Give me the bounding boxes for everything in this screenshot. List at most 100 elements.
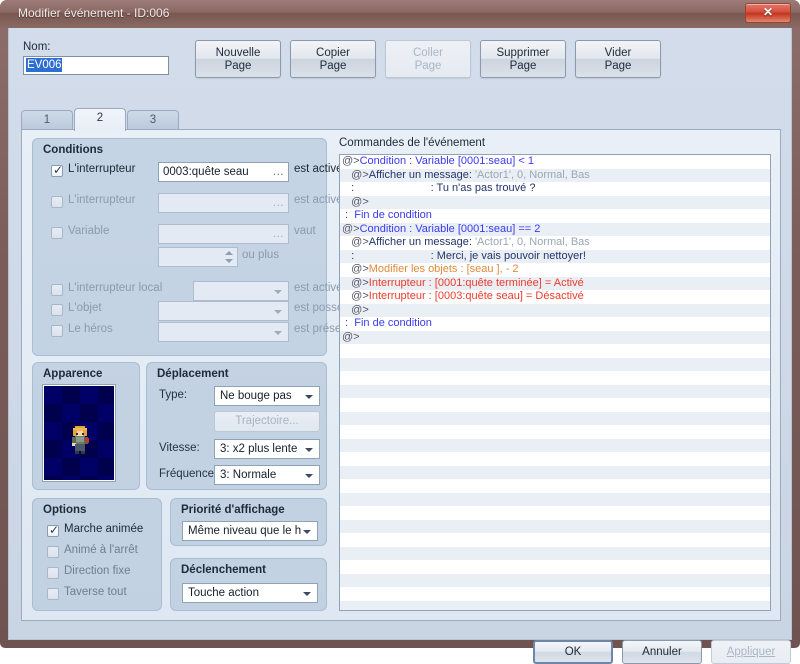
command-row[interactable]: @> [340,195,770,209]
chevron-down-icon [274,290,282,294]
condition-switch2-checkbox[interactable] [51,196,63,208]
tab-page-1-label: 1 [43,114,51,126]
command-row-empty[interactable] [340,452,770,466]
event-commands-list[interactable]: @>Condition : Variable [0001:seau] < 1 @… [339,154,771,611]
trigger-combo[interactable]: Touche action [182,583,318,603]
command-row-empty[interactable] [340,533,770,547]
command-row[interactable]: @> [340,330,770,344]
movement-type-combo[interactable]: Ne bouge pas [214,386,320,406]
movement-speed-combo[interactable]: 3: x2 plus lente [214,439,320,459]
condition-switch1-suffix: est activé [294,163,343,175]
command-row[interactable]: @>Modifier les objets : [seau ], - 2 [340,263,770,277]
chevron-down-icon [274,331,282,335]
command-row-empty[interactable] [340,600,770,610]
movement-frequency-combo[interactable]: 3: Normale [214,465,320,485]
clear-page-button[interactable]: Vider Page [575,40,661,78]
command-row[interactable]: @>Afficher un message: 'Actor1', 0, Norm… [340,168,770,182]
condition-variable-checkbox[interactable] [51,227,63,239]
ok-button[interactable]: OK [533,640,613,664]
command-row[interactable]: @> [340,303,770,317]
command-row[interactable]: : Fin de condition [340,317,770,331]
cancel-button[interactable]: Annuler [622,640,702,664]
command-row-empty[interactable] [340,398,770,412]
command-row[interactable]: @>Interrupteur : [0001:quête terminée] =… [340,276,770,290]
command-row-empty[interactable] [340,519,770,533]
command-segment: @> [342,263,369,275]
command-row[interactable]: @>Afficher un message: 'Actor1', 0, Norm… [340,236,770,250]
command-row-empty[interactable] [340,384,770,398]
command-row-empty[interactable] [340,425,770,439]
tab-page-1[interactable]: 1 [21,110,73,130]
movement-type-value: Ne bouge pas [220,390,292,402]
display-priority-group: Priorité d'affichage Même niveau que le … [170,498,327,546]
command-segment: : [342,209,355,221]
check-icon: ✓ [53,163,64,177]
command-row-empty[interactable] [340,344,770,358]
command-row[interactable]: : : Tu n'as pas trouvé ? [340,182,770,196]
checker-cell [80,386,98,404]
condition-hero-checkbox[interactable] [51,325,63,337]
condition-hero-label: Le héros [68,323,113,335]
command-row-empty[interactable] [340,411,770,425]
command-row-empty[interactable] [340,587,770,601]
option-through-label: Taverse tout [64,586,127,598]
command-segment: 'Actor1', 0, Normal, Bas [474,236,590,248]
option-fixed-direction-checkbox[interactable] [47,567,59,579]
display-priority-combo[interactable]: Même niveau que le h [182,521,318,541]
copy-page-button[interactable]: Copier Page [290,40,376,78]
command-segment: @> [342,330,360,343]
new-page-button-line2: Page [224,60,252,72]
copy-page-button-line2: Page [319,60,347,72]
tab-page-3-label: 3 [149,114,157,126]
option-walk-animation-checkbox[interactable]: ✓ [47,524,59,537]
condition-hero-combo [158,322,289,342]
appearance-title: Apparence [43,368,103,380]
spinner-up-icon[interactable] [225,251,233,255]
command-row[interactable]: : : Merci, je vais pouvoir nettoyer! [340,249,770,263]
command-row-empty[interactable] [340,546,770,560]
command-row-empty[interactable] [340,465,770,479]
condition-local-switch-label: L'interrupteur local [68,282,163,294]
command-row-empty[interactable] [340,479,770,493]
name-label: Nom: [23,41,51,53]
tab-page-2[interactable]: 2 [74,108,126,131]
command-row-empty[interactable] [340,492,770,506]
command-row-empty[interactable] [340,371,770,385]
condition-item-combo [158,301,289,321]
checker-cell [62,404,80,422]
option-walk-animation-label: Marche animée [64,523,144,535]
command-segment: @> [342,168,369,181]
condition-variable-label: Variable [68,225,110,237]
character-sprite-preview[interactable] [42,384,116,482]
command-segment: @> [342,236,369,248]
command-segment: Condition : Variable [0001:seau] < 1 [359,155,534,167]
option-idle-animation-checkbox[interactable] [47,546,59,558]
command-row[interactable]: @>Condition : Variable [0001:seau] == 2 [340,222,770,236]
condition-variable-amount-stepper[interactable] [158,247,238,267]
new-page-button[interactable]: Nouvelle Page [195,40,281,78]
ellipsis-icon[interactable]: ... [273,163,284,181]
command-row[interactable]: @>Interrupteur : [0003:quête seau] = Dés… [340,290,770,304]
command-row[interactable]: : Fin de condition [340,209,770,223]
condition-variable-amount-suffix: ou plus [242,249,280,261]
window-title: Modifier événement - ID:006 [18,6,170,20]
condition-switch1-value[interactable]: 0003:quête seau ... [158,162,289,182]
command-row-empty[interactable] [340,560,770,574]
spinner-down-icon[interactable] [225,259,233,263]
command-row[interactable]: @>Condition : Variable [0001:seau] < 1 [340,155,770,169]
close-button[interactable]: ✕ [745,3,791,23]
condition-local-switch-checkbox[interactable] [51,284,63,296]
command-row-empty[interactable] [340,573,770,587]
name-input[interactable]: EV006 [23,56,169,75]
command-row-empty[interactable] [340,357,770,371]
command-row-empty[interactable] [340,438,770,452]
window-titlebar: Modifier événement - ID:006 ✕ [0,0,800,28]
condition-switch1-checkbox[interactable]: ✓ [51,163,64,177]
option-through-checkbox[interactable] [47,588,59,600]
condition-item-checkbox[interactable] [51,304,63,316]
command-row-empty[interactable] [340,506,770,520]
tab-page-3[interactable]: 3 [127,110,179,130]
option-idle-animation-label: Animé à l'arrêt [64,544,138,556]
command-segment: @> [342,290,369,302]
delete-page-button[interactable]: Supprimer Page [480,40,566,78]
